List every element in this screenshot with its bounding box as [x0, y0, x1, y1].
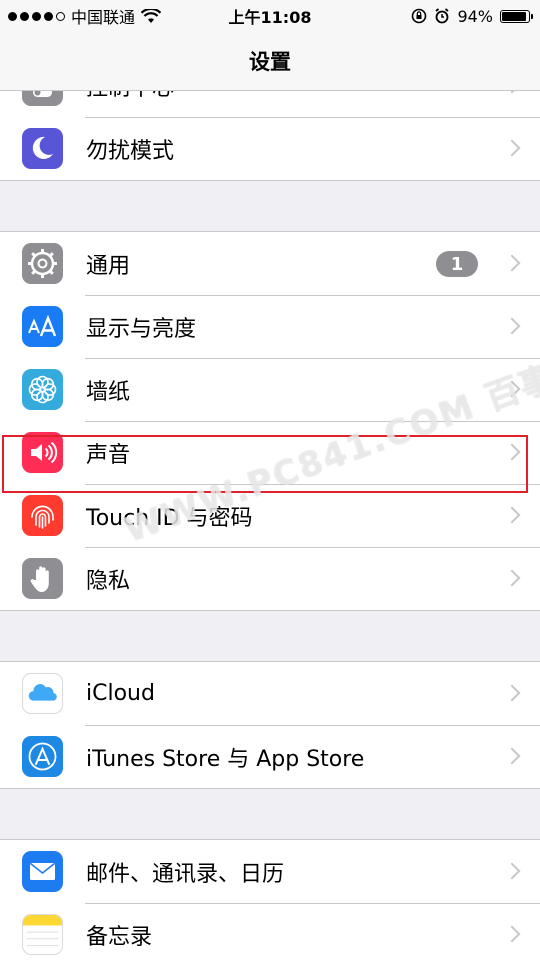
chevron-right-icon	[503, 684, 521, 702]
battery-icon	[500, 9, 533, 23]
notes-icon	[22, 914, 63, 955]
chevron-right-icon	[503, 506, 521, 524]
row-display-brightness[interactable]: 显示与亮度	[0, 295, 540, 358]
chevron-right-icon	[503, 380, 521, 398]
row-mail-contacts-calendars[interactable]: 邮件、通讯录、日历	[0, 840, 540, 903]
chevron-right-icon	[503, 91, 521, 94]
row-label: iTunes Store 与 App Store	[86, 746, 365, 772]
settings-list[interactable]: 控制中心 勿扰模式	[0, 91, 540, 960]
row-sounds[interactable]: 声音	[0, 421, 540, 484]
battery-percent: 94%	[457, 6, 493, 26]
rotation-lock-icon	[412, 8, 427, 24]
chevron-right-icon	[503, 925, 521, 943]
row-label: 通用	[86, 253, 131, 279]
row-wallpaper[interactable]: 墙纸	[0, 358, 540, 421]
page-title: 设置	[0, 32, 540, 91]
row-label: 隐私	[86, 568, 131, 594]
row-label: 显示与亮度	[86, 316, 197, 342]
row-icloud[interactable]: iCloud	[0, 662, 540, 725]
hand-icon	[22, 558, 63, 599]
speaker-icon	[22, 432, 63, 473]
alarm-icon	[435, 8, 449, 24]
row-label: 勿扰模式	[86, 138, 175, 164]
row-label: Touch ID 与密码	[86, 505, 253, 531]
row-control-center[interactable]: 控制中心	[0, 91, 540, 117]
wallpaper-flower-icon	[22, 369, 63, 410]
status-bar: 中国联通 上午11:08 94%	[0, 0, 540, 32]
row-privacy[interactable]: 隐私	[0, 547, 540, 610]
settings-group: 通用 1 显示与亮度 墙纸 声音 Touch ID 与密码 隐私	[0, 231, 540, 611]
settings-group: iCloud iTunes Store 与 App Store	[0, 661, 540, 789]
chevron-right-icon	[503, 862, 521, 880]
fingerprint-icon	[22, 495, 63, 536]
row-label: 控制中心	[86, 91, 174, 102]
chevron-right-icon	[503, 139, 521, 157]
chevron-right-icon	[503, 569, 521, 587]
row-itunes-app-store[interactable]: iTunes Store 与 App Store	[0, 725, 540, 788]
mail-icon	[22, 851, 63, 892]
gear-icon	[22, 243, 63, 284]
row-label: 备忘录	[86, 924, 153, 950]
settings-group: 控制中心 勿扰模式	[0, 91, 540, 181]
chevron-right-icon	[503, 254, 521, 272]
row-do-not-disturb[interactable]: 勿扰模式	[0, 117, 540, 180]
row-touch-id-passcode[interactable]: Touch ID 与密码	[0, 484, 540, 547]
settings-group: 邮件、通讯录、日历 备忘录	[0, 839, 540, 960]
control-center-icon	[22, 91, 63, 106]
display-aa-icon	[22, 306, 63, 347]
notification-badge: 1	[436, 251, 478, 277]
chevron-right-icon	[503, 747, 521, 765]
chevron-right-icon	[503, 443, 521, 461]
row-label: 邮件、通讯录、日历	[86, 861, 285, 887]
row-notes[interactable]: 备忘录	[0, 903, 540, 960]
chevron-right-icon	[503, 317, 521, 335]
row-label: 声音	[86, 442, 131, 468]
row-label: iCloud	[86, 681, 155, 706]
cloud-icon	[22, 673, 63, 714]
moon-icon	[22, 128, 63, 169]
row-general[interactable]: 通用 1	[0, 232, 540, 295]
app-store-icon	[22, 736, 63, 777]
row-label: 墙纸	[86, 379, 131, 405]
